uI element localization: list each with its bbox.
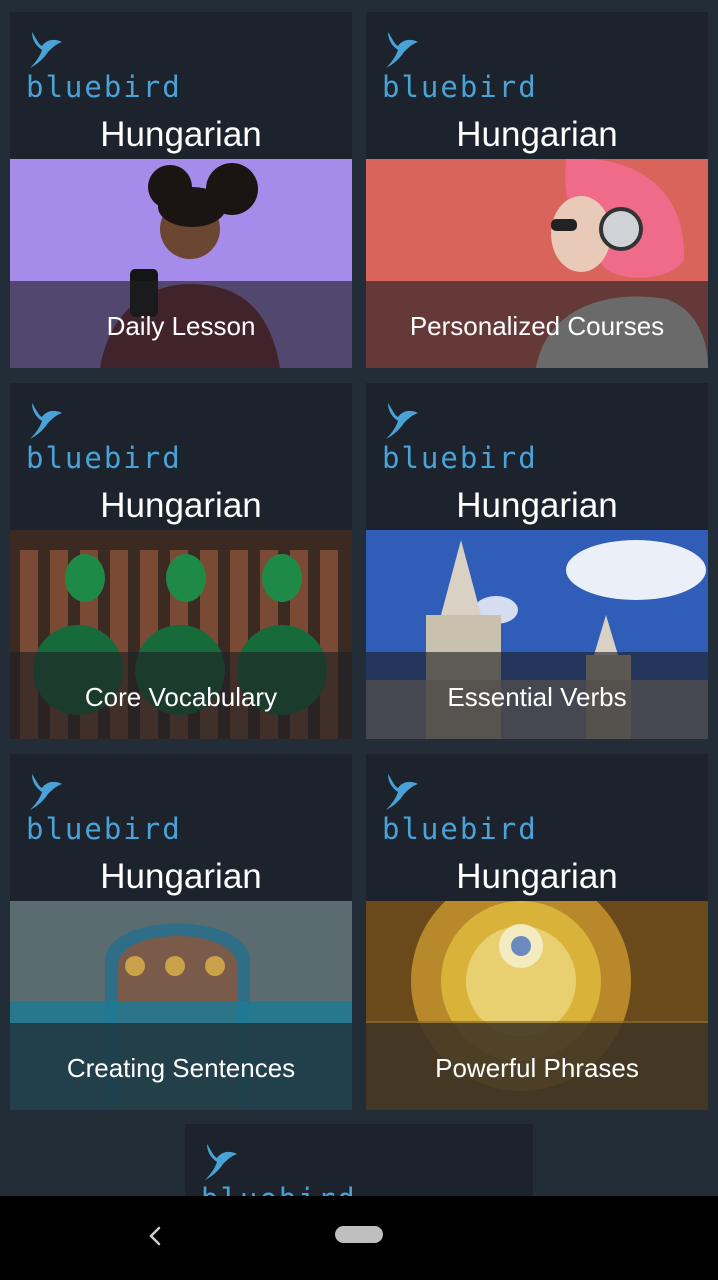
brand-wordmark: bluebird: [382, 441, 538, 475]
language-label: Hungarian: [100, 857, 262, 896]
course-title: Personalized Courses: [409, 311, 665, 341]
brand-wordmark: bluebird: [382, 812, 538, 846]
bluebird-logo: bluebird: [26, 770, 180, 860]
bluebird-logo: bluebird: [382, 770, 536, 860]
course-card-core-vocabulary[interactable]: bluebird Hungarian Core Vocabulary: [10, 383, 352, 739]
course-card-partial[interactable]: bluebird: [185, 1124, 533, 1204]
bluebird-logo: bluebird: [26, 28, 180, 118]
brand-wordmark: bluebird: [26, 70, 182, 104]
course-photo-tiled-bath-fountain: Creating Sentences: [10, 901, 352, 1110]
course-photo-green-pottery: Core Vocabulary: [10, 530, 352, 739]
course-card-personalized-courses[interactable]: bluebird Hungarian Personalized Courses: [366, 12, 708, 368]
bluebird-bird-icon: [30, 403, 62, 439]
brand-wordmark: bluebird: [26, 441, 182, 475]
course-card-essential-verbs[interactable]: bluebird Hungarian Essential Verbs: [366, 383, 708, 739]
bluebird-logo: bluebird: [201, 1140, 355, 1204]
bluebird-logo: bluebird: [382, 399, 536, 489]
home-pill-icon[interactable]: [335, 1226, 383, 1243]
bluebird-logo: bluebird: [382, 28, 536, 118]
language-label: Hungarian: [100, 486, 262, 525]
system-navigation-bar: [0, 1196, 718, 1280]
bluebird-bird-icon: [386, 403, 418, 439]
language-label: Hungarian: [100, 115, 262, 154]
bluebird-bird-icon: [205, 1144, 237, 1180]
language-label: Hungarian: [456, 486, 618, 525]
bluebird-bird-icon: [386, 774, 418, 810]
course-card-powerful-phrases[interactable]: bluebird Hungarian Powerful Phrases: [366, 754, 708, 1110]
bluebird-logo: bluebird: [26, 399, 180, 489]
course-photo-woman-with-phone: Daily Lesson: [10, 159, 352, 368]
brand-wordmark: bluebird: [382, 70, 538, 104]
course-card-daily-lesson[interactable]: bluebird Hungarian Daily Lesson: [10, 12, 352, 368]
bluebird-bird-icon: [30, 774, 62, 810]
course-title: Essential Verbs: [447, 682, 627, 712]
language-label: Hungarian: [456, 857, 618, 896]
course-photo-woman-with-headphones: Personalized Courses: [366, 159, 708, 368]
course-title: Daily Lesson: [106, 311, 256, 341]
course-title: Core Vocabulary: [84, 682, 278, 712]
course-title: Powerful Phrases: [435, 1053, 639, 1083]
chevron-left-icon[interactable]: [140, 1218, 170, 1254]
course-photo-castle-towers: Essential Verbs: [366, 530, 708, 739]
language-label: Hungarian: [456, 115, 618, 154]
course-photo-golden-dome: Powerful Phrases: [366, 901, 708, 1110]
bluebird-bird-icon: [30, 32, 62, 68]
course-title: Creating Sentences: [66, 1053, 296, 1083]
course-card-creating-sentences[interactable]: bluebird Hungarian Creating Sentences: [10, 754, 352, 1110]
bluebird-bird-icon: [386, 32, 418, 68]
brand-wordmark: bluebird: [26, 812, 182, 846]
